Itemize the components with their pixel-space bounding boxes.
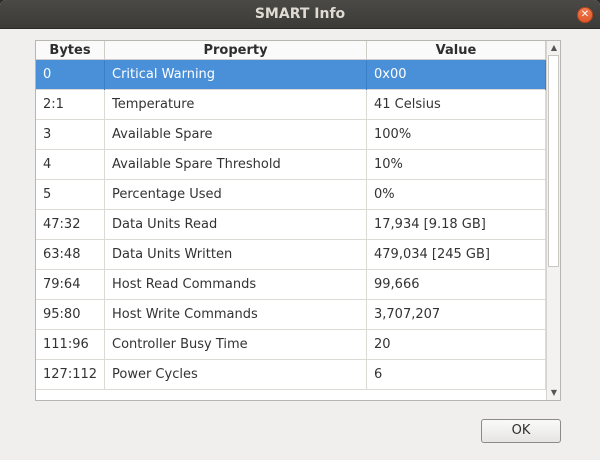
cell-property: Available Spare Threshold (105, 150, 367, 180)
cell-property: Available Spare (105, 120, 367, 150)
cell-value: 10% (367, 150, 546, 180)
table-row[interactable]: 0 Critical Warning 0x00 (36, 60, 546, 90)
close-icon[interactable]: ✕ (577, 7, 593, 23)
table-row[interactable]: 2:1 Temperature 41 Celsius (36, 90, 546, 120)
column-header-property[interactable]: Property (105, 41, 367, 60)
cell-bytes: 5 (36, 180, 105, 210)
cell-value: 99,666 (367, 270, 546, 300)
cell-value: 3,707,207 (367, 300, 546, 330)
table-row[interactable]: 47:32 Data Units Read 17,934 [9.18 GB] (36, 210, 546, 240)
table-body: 0 Critical Warning 0x00 2:1 Temperature … (36, 60, 546, 400)
cell-bytes: 0 (36, 60, 105, 90)
cell-value: 20 (367, 330, 546, 360)
cell-bytes: 95:80 (36, 300, 105, 330)
table-row[interactable]: 5 Percentage Used 0% (36, 180, 546, 210)
cell-bytes: 63:48 (36, 240, 105, 270)
table-header: Bytes Property Value (36, 41, 546, 60)
column-header-value[interactable]: Value (367, 41, 546, 60)
cell-value: 17,934 [9.18 GB] (367, 210, 546, 240)
smart-table: Bytes Property Value 0 Critical Warning … (35, 40, 561, 401)
cell-bytes: 47:32 (36, 210, 105, 240)
cell-property: Power Cycles (105, 360, 367, 390)
cell-value: 0% (367, 180, 546, 210)
table-row[interactable]: 79:64 Host Read Commands 99,666 (36, 270, 546, 300)
cell-value: 0x00 (367, 60, 546, 90)
smart-info-dialog: SMART Info ✕ Bytes Property Value 0 Crit… (0, 0, 600, 460)
cell-property: Critical Warning (105, 60, 367, 90)
title-bar: SMART Info ✕ (0, 0, 600, 29)
cell-property: Controller Busy Time (105, 330, 367, 360)
triangle-down-icon[interactable]: ▼ (547, 386, 560, 400)
cell-property: Temperature (105, 90, 367, 120)
window-title: SMART Info (254, 6, 346, 22)
cell-value: 41 Celsius (367, 90, 546, 120)
table-row[interactable]: 4 Available Spare Threshold 10% (36, 150, 546, 180)
cell-bytes: 79:64 (36, 270, 105, 300)
table-row[interactable]: 95:80 Host Write Commands 3,707,207 (36, 300, 546, 330)
table-row[interactable]: 111:96 Controller Busy Time 20 (36, 330, 546, 360)
table-row[interactable]: 63:48 Data Units Written 479,034 [245 GB… (36, 240, 546, 270)
vertical-scrollbar[interactable]: ▲ ▼ (546, 41, 560, 400)
cell-value: 6 (367, 360, 546, 390)
triangle-up-icon[interactable]: ▲ (547, 41, 560, 55)
cell-value: 479,034 [245 GB] (367, 240, 546, 270)
column-header-bytes[interactable]: Bytes (36, 41, 105, 60)
ok-button[interactable]: OK (481, 419, 561, 443)
table-row[interactable]: 3 Available Spare 100% (36, 120, 546, 150)
cell-value: 100% (367, 120, 546, 150)
cell-bytes: 3 (36, 120, 105, 150)
cell-property: Data Units Read (105, 210, 367, 240)
cell-bytes: 2:1 (36, 90, 105, 120)
table-row[interactable]: 127:112 Power Cycles 6 (36, 360, 546, 390)
cell-bytes: 127:112 (36, 360, 105, 390)
cell-bytes: 4 (36, 150, 105, 180)
cell-property: Data Units Written (105, 240, 367, 270)
scrollbar-thumb[interactable] (548, 55, 559, 267)
cell-property: Host Read Commands (105, 270, 367, 300)
cell-bytes: 111:96 (36, 330, 105, 360)
cell-property: Percentage Used (105, 180, 367, 210)
cell-property: Host Write Commands (105, 300, 367, 330)
